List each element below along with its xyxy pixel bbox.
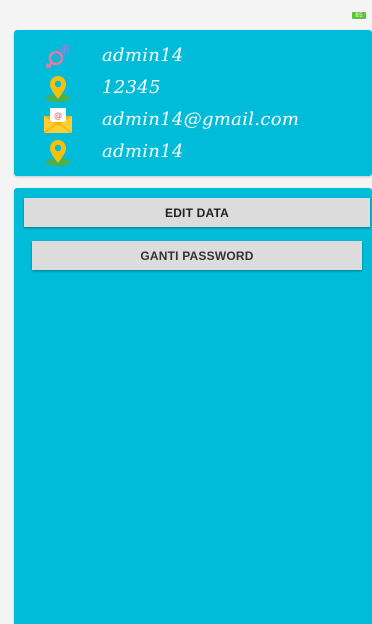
gender-row: admin14	[14, 42, 372, 70]
change-password-button[interactable]: GANTI PASSWORD	[32, 241, 362, 270]
status-bar: 85	[0, 0, 372, 28]
battery-indicator: 85	[352, 12, 366, 19]
action-panel: EDIT DATA GANTI PASSWORD	[14, 188, 372, 624]
gender-icon	[42, 42, 74, 70]
email-envelope-icon: @	[42, 106, 74, 134]
email-row: @ admin14@gmail.com	[14, 106, 372, 134]
phone-value: 12345	[102, 77, 161, 98]
svg-text:@: @	[54, 111, 62, 120]
edit-data-button[interactable]: EDIT DATA	[24, 198, 370, 227]
email-value: admin14@gmail.com	[102, 109, 300, 130]
profile-card: admin14 12345 @ admin14@gmail.com admin1…	[14, 30, 372, 176]
location-pin-icon	[42, 138, 74, 166]
address-row: admin14	[14, 138, 372, 166]
address-value: admin14	[102, 141, 184, 162]
gender-value: admin14	[102, 45, 184, 66]
location-pin-icon	[42, 74, 74, 102]
phone-row: 12345	[14, 74, 372, 102]
